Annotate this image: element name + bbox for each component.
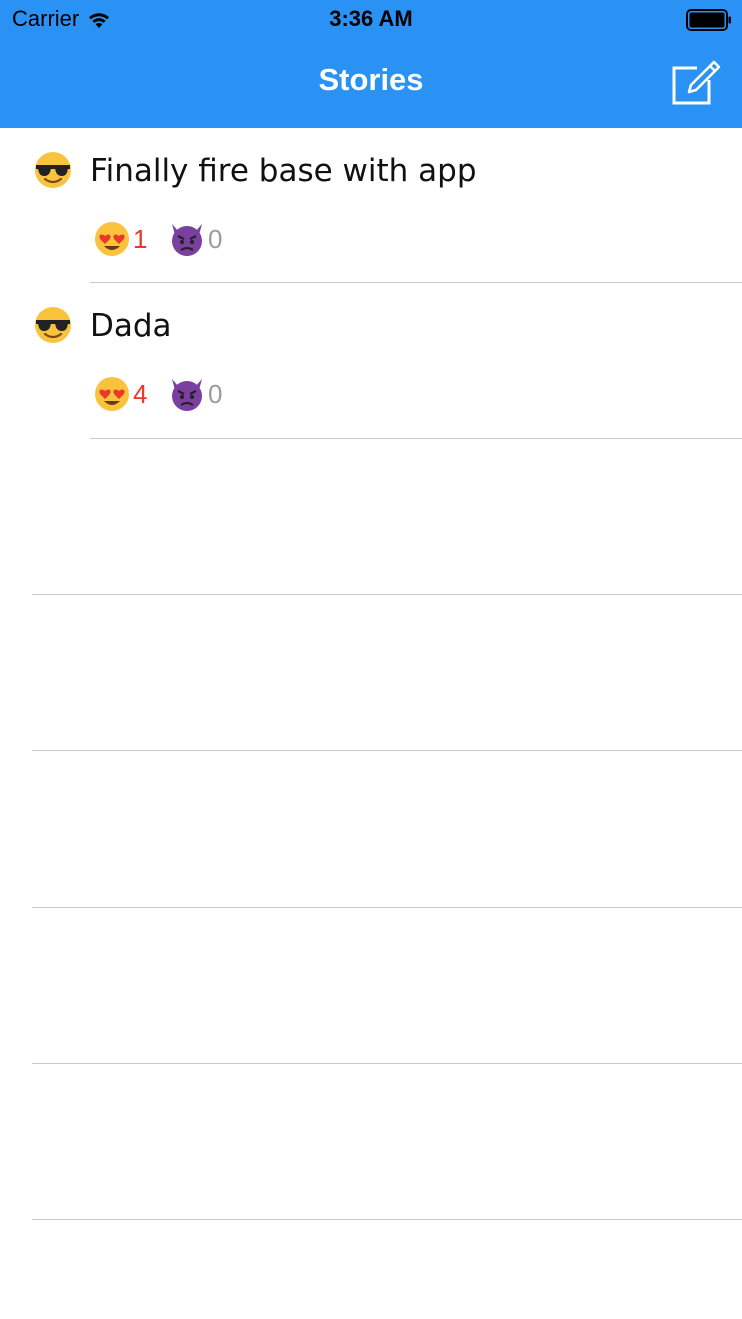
story-title: Finally fire base with app [90, 153, 477, 189]
hate-count: 0 [208, 378, 223, 409]
sunglasses-emoji-icon [35, 152, 71, 188]
heart-eyes-emoji-icon [95, 377, 129, 411]
compose-icon[interactable] [671, 58, 721, 106]
devil-emoji-icon [172, 379, 202, 411]
empty-row-divider [32, 750, 742, 751]
empty-row-divider [32, 594, 742, 595]
hate-reaction[interactable]: 0 [168, 375, 222, 413]
status-bar-time: 3:36 AM [329, 6, 413, 31]
empty-row-divider [32, 1219, 742, 1220]
like-count: 1 [133, 223, 148, 254]
devil-emoji-icon [172, 224, 202, 256]
hate-reaction[interactable]: 0 [168, 220, 222, 258]
hate-count: 0 [208, 223, 223, 254]
battery-icon [686, 9, 731, 31]
like-reaction[interactable]: 1 [93, 220, 147, 258]
like-reaction[interactable]: 4 [93, 375, 147, 413]
story-title: Dada [90, 308, 172, 344]
navigation-bar: Carrier 3:36 AM Stories [0, 0, 742, 128]
sunglasses-emoji-icon [35, 307, 71, 343]
empty-row-divider [32, 907, 742, 908]
heart-eyes-emoji-icon [95, 222, 129, 256]
page-title: Stories [318, 62, 424, 97]
story-row[interactable]: Dada 4 0 [0, 283, 742, 438]
story-row[interactable]: Finally fire base with app 1 0 [0, 128, 742, 283]
empty-row-divider [32, 1063, 742, 1064]
row-divider [90, 438, 742, 439]
like-count: 4 [133, 378, 148, 409]
